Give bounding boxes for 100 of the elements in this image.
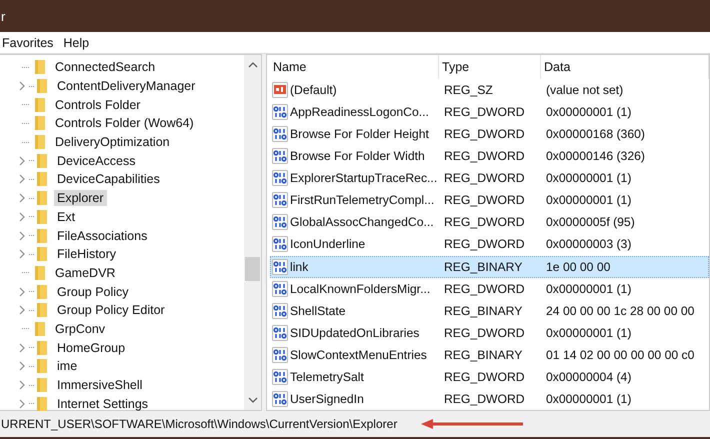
tree-item[interactable]: Controls Folder (Wow64) xyxy=(52,115,197,132)
value-type: REG_DWORD xyxy=(443,105,526,120)
value-name: SlowContextMenuEntries xyxy=(290,348,427,362)
expand-chevron-icon[interactable] xyxy=(18,156,26,166)
scrollbar-thumb[interactable] xyxy=(245,257,260,281)
folder-icon xyxy=(34,320,46,337)
folder-icon xyxy=(34,134,46,150)
expand-chevron-icon[interactable] xyxy=(18,361,26,372)
value-name: TelemetrySalt xyxy=(290,370,364,384)
tree-item[interactable]: Group Policy xyxy=(54,284,132,300)
value-row[interactable]: (Default) REG_SZ (value not set) xyxy=(270,79,709,102)
binary-value-icon xyxy=(272,324,288,341)
expand-chevron-icon[interactable] xyxy=(18,193,26,204)
value-type: REG_DWORD xyxy=(443,193,526,208)
folder-icon xyxy=(36,208,48,225)
tree-item[interactable]: Internet Settings xyxy=(54,396,152,412)
value-row[interactable]: LocalKnownFoldersMigr... REG_DWORD 0x00000001 (1) xyxy=(270,278,709,300)
folder-icon xyxy=(36,284,48,300)
tree-item[interactable]: GrpConv xyxy=(52,320,108,337)
scroll-up-icon[interactable] xyxy=(248,62,258,68)
folder-icon xyxy=(36,302,48,318)
value-row[interactable]: GlobalAssocChangedCo... REG_DWORD 0x0000005f (95) xyxy=(270,211,709,234)
tree-item[interactable]: Explorer xyxy=(54,190,107,206)
value-row[interactable]: SlowContextMenuEntries REG_BINARY 01 14 02 00 00 00 00 00 c0 xyxy=(270,344,709,366)
value-name: GlobalAssocChangedCo... xyxy=(290,215,434,230)
binary-value-icon xyxy=(272,280,288,297)
value-row[interactable]: IconUnderline REG_DWORD 0x00000003 (3) xyxy=(270,233,709,256)
tree-item[interactable]: DeliveryOptimization xyxy=(52,134,173,150)
value-row[interactable]: UserSignedIn REG_DWORD 0x00000001 (1) xyxy=(270,388,709,410)
tree-item[interactable]: ime xyxy=(54,358,80,374)
value-row[interactable]: ExplorerStartupTraceRec... REG_DWORD 0x00000001 (1) xyxy=(270,167,709,190)
menu-item[interactable]: Favorites xyxy=(2,36,54,50)
folder-icon xyxy=(34,115,46,132)
tree-item[interactable]: DeviceAccess xyxy=(54,152,138,169)
value-data: 0x00000001 (1) xyxy=(545,171,632,186)
folder-icon xyxy=(34,96,46,113)
value-type: REG_DWORD xyxy=(443,215,526,230)
value-type: REG_DWORD xyxy=(443,149,526,164)
tree-item[interactable]: HomeGroup xyxy=(54,340,128,356)
value-name: AppReadinessLogonCo... xyxy=(290,105,429,120)
tree-item[interactable]: FileAssociations xyxy=(54,228,150,244)
value-data: 0x0000005f (95) xyxy=(545,215,636,230)
value-row[interactable]: FirstRunTelemetryCompl... REG_DWORD 0x00000001 (1) xyxy=(270,189,709,212)
value-row[interactable]: TelemetrySalt REG_DWORD 0x00000004 (4) xyxy=(270,366,709,388)
expand-chevron-icon[interactable] xyxy=(18,398,26,409)
value-row[interactable]: ShellState REG_BINARY 24 00 00 00 1c 28 00 00 00 xyxy=(270,300,709,322)
value-data: 0x00000146 (326) xyxy=(545,149,646,164)
value-data: 0x00000001 (1) xyxy=(545,282,632,296)
binary-value-icon xyxy=(272,390,288,407)
status-path: URRENT_USER\SOFTWARE\Microsoft\Windows\CurrentVersion\Explorer xyxy=(1,417,398,431)
folder-icon xyxy=(36,246,48,262)
value-type: REG_BINARY xyxy=(443,348,524,362)
column-header[interactable]: Data xyxy=(541,55,709,79)
folder-icon xyxy=(36,340,48,356)
tree-item[interactable]: ContentDeliveryManager xyxy=(54,78,198,94)
tree-item[interactable]: DeviceCapabilities xyxy=(54,171,163,188)
binary-value-icon xyxy=(272,104,288,120)
binary-value-icon xyxy=(272,258,288,275)
tree-item[interactable]: Ext xyxy=(54,208,78,225)
value-data: (value not set) xyxy=(545,83,624,98)
window-title: r xyxy=(1,8,6,24)
expand-chevron-icon[interactable] xyxy=(18,81,26,92)
value-type: REG_DWORD xyxy=(443,282,526,296)
tree-item[interactable]: FileHistory xyxy=(54,246,120,262)
value-type: REG_DWORD xyxy=(443,370,526,384)
value-row[interactable]: Browse For Folder Width REG_DWORD 0x00000146 (326) xyxy=(270,145,709,168)
menu-item[interactable]: Help xyxy=(63,36,90,50)
expand-chevron-icon[interactable] xyxy=(18,342,26,353)
folder-icon xyxy=(34,264,46,281)
tree-item[interactable]: ConnectedSearch xyxy=(52,59,158,76)
column-header[interactable]: Type xyxy=(439,55,541,79)
value-row[interactable]: Browse For Folder Height REG_DWORD 0x00000168 (360) xyxy=(270,123,709,146)
tree-item[interactable]: Controls Folder xyxy=(52,96,144,113)
value-row[interactable]: AppReadinessLogonCo... REG_DWORD 0x00000001 (1) xyxy=(270,101,709,124)
tree-item[interactable]: GameDVR xyxy=(52,264,118,281)
scroll-down-icon[interactable] xyxy=(248,397,258,403)
expand-chevron-icon[interactable] xyxy=(18,174,26,184)
binary-value-icon xyxy=(272,148,288,164)
expand-chevron-icon[interactable] xyxy=(18,380,26,390)
value-data: 1e 00 00 00 xyxy=(545,260,612,274)
tree-item[interactable]: Group Policy Editor xyxy=(54,302,168,318)
tree-item[interactable]: ImmersiveShell xyxy=(54,377,146,394)
expand-chevron-icon[interactable] xyxy=(18,212,26,222)
value-name: Browse For Folder Height xyxy=(290,127,429,142)
value-type: REG_DWORD xyxy=(443,392,526,406)
expand-chevron-icon[interactable] xyxy=(18,230,26,241)
folder-icon xyxy=(36,171,48,188)
value-data: 0x00000001 (1) xyxy=(545,326,632,340)
value-row[interactable]: SIDUpdatedOnLibraries REG_DWORD 0x00000001 (1) xyxy=(270,322,709,344)
folder-icon xyxy=(36,396,48,412)
value-name: IconUnderline xyxy=(290,237,366,252)
expand-chevron-icon[interactable] xyxy=(18,249,26,260)
column-header[interactable]: Name xyxy=(270,55,439,79)
folder-icon xyxy=(36,152,48,169)
value-type: REG_SZ xyxy=(443,83,494,98)
expand-chevron-icon[interactable] xyxy=(18,286,26,297)
value-row[interactable]: link REG_BINARY 1e 00 00 00 xyxy=(270,256,709,278)
scrollbar[interactable] xyxy=(244,55,261,410)
expand-chevron-icon[interactable] xyxy=(18,305,26,316)
folder-icon xyxy=(36,377,48,394)
